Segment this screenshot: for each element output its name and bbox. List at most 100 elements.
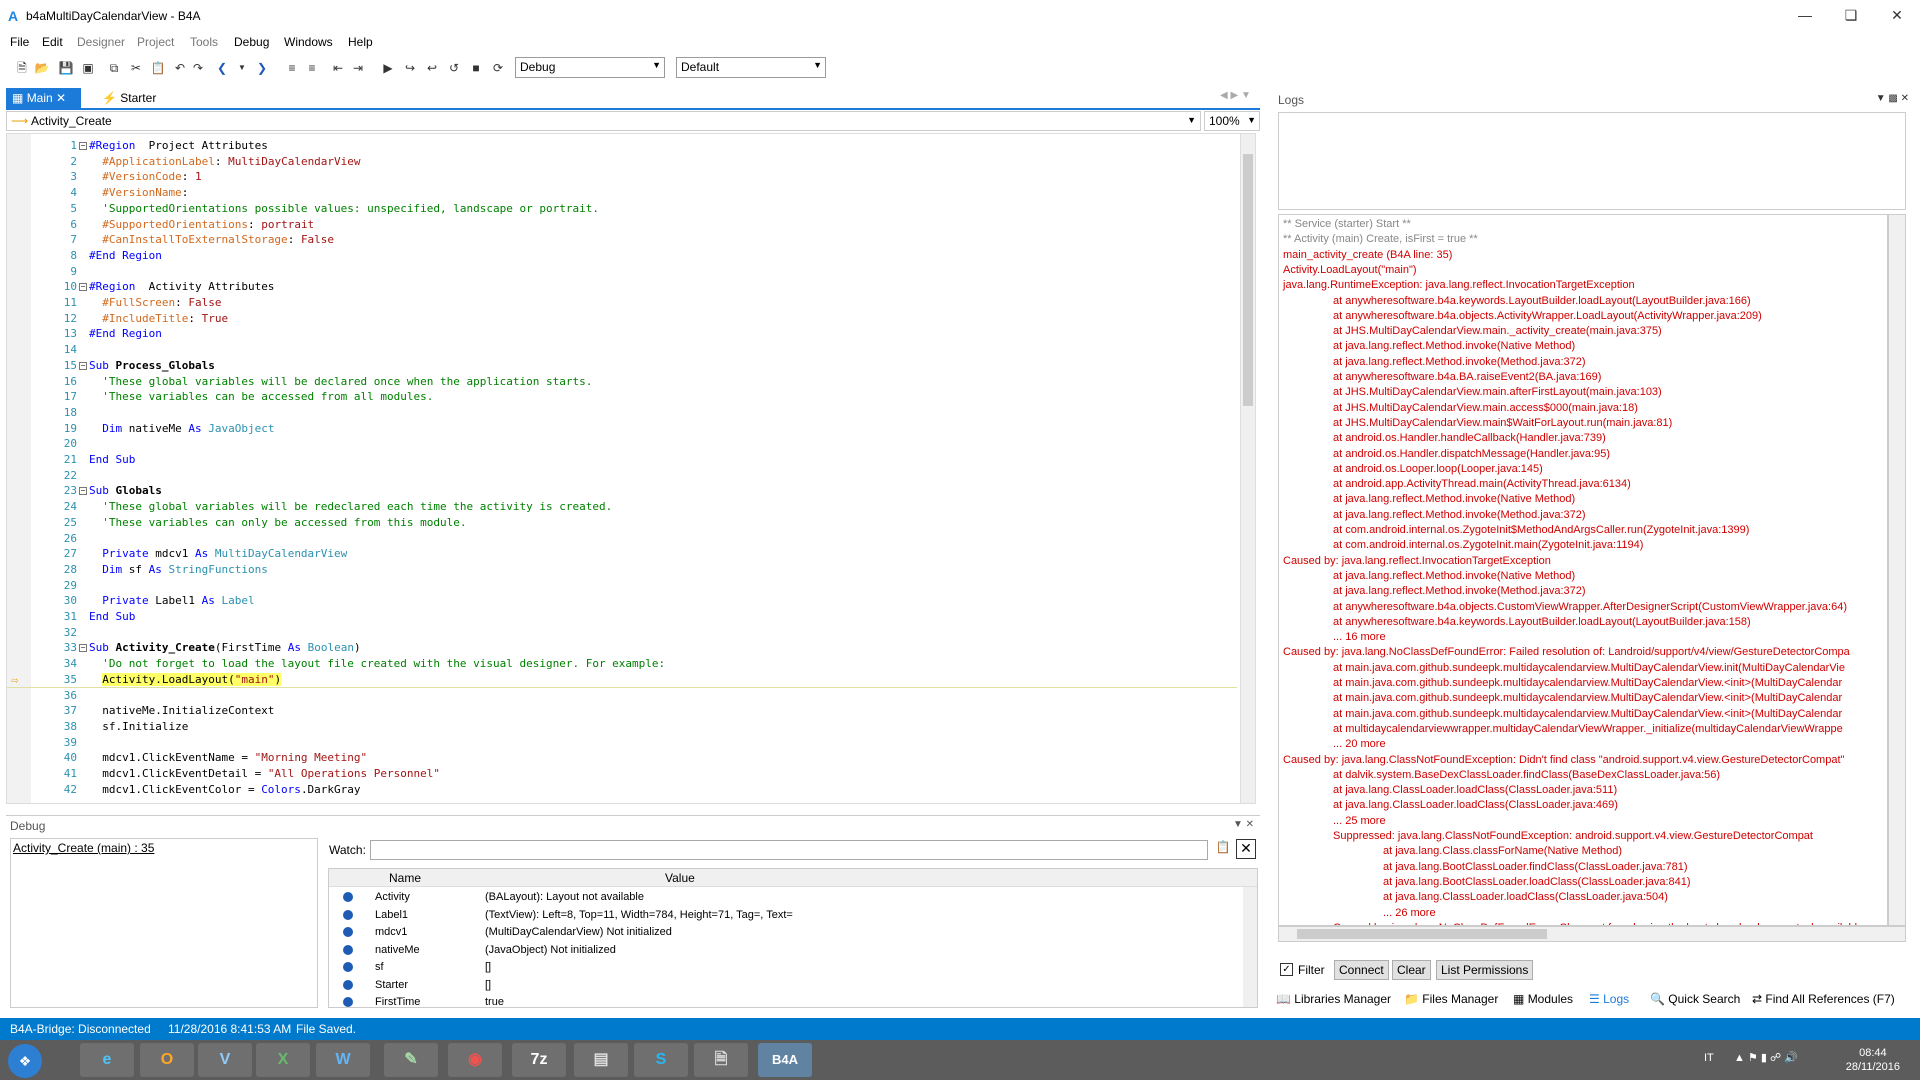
filter-checkbox[interactable]: ✓ [1280, 963, 1293, 976]
watch-input[interactable] [370, 840, 1208, 860]
code-line[interactable]: 5 'SupportedOrientations possible values… [7, 201, 1237, 217]
variable-row[interactable]: FirstTime true [343, 994, 1243, 1011]
code-line[interactable]: 36 [7, 688, 1237, 704]
tab-main[interactable]: ▦ Main ✕ [6, 88, 81, 108]
code-line[interactable]: 30 Private Label1 As Label [7, 593, 1237, 609]
tab-find-all-references[interactable]: ⇄ Find All References (F7) [1752, 992, 1895, 1006]
fold-toggle-icon[interactable]: − [79, 361, 87, 370]
logs-horizontal-scrollbar[interactable] [1278, 926, 1906, 942]
stop-icon[interactable]: ■ [468, 60, 484, 76]
panel-options-icon[interactable]: ▼ ✕ [1233, 819, 1254, 830]
code-line[interactable]: 27 Private mdcv1 As MultiDayCalendarView [7, 546, 1237, 562]
tab-quick-search[interactable]: 🔍 Quick Search [1650, 992, 1740, 1006]
connect-button[interactable]: Connect [1334, 960, 1389, 980]
code-line[interactable]: 17 'These variables can be accessed from… [7, 389, 1237, 405]
tray-icons[interactable]: ▲ ⚑ ▮ ☍ 🔊 [1734, 1051, 1798, 1064]
variable-row[interactable]: sf [] [343, 959, 1243, 976]
scrollbar-thumb[interactable] [1243, 154, 1253, 406]
menu-file[interactable]: File [10, 35, 29, 49]
tab-scroll-arrows[interactable]: ◀ ▶ ▼ [1220, 90, 1251, 101]
code-line[interactable]: 16 'These global variables will be decla… [7, 374, 1237, 390]
code-line[interactable]: 18 [7, 405, 1237, 421]
variable-row[interactable]: Activity (BALayout): Layout not available [343, 889, 1243, 906]
step-out-icon[interactable]: ↺ [446, 60, 462, 76]
restart-icon[interactable]: ⟳ [490, 60, 506, 76]
code-line[interactable]: 3 #VersionCode: 1 [7, 169, 1237, 185]
code-line[interactable]: 25 'These variables can only be accessed… [7, 515, 1237, 531]
copy-icon[interactable]: ⧉ [106, 60, 122, 76]
code-editor[interactable]: 1− #Region Project Attributes 2 #Applicati… [6, 133, 1242, 804]
code-line[interactable]: 2 #ApplicationLabel: MultiDayCalendarVie… [7, 154, 1237, 170]
menu-debug[interactable]: Debug [234, 35, 269, 49]
code-line[interactable]: 11 #FullScreen: False [7, 295, 1237, 311]
code-line[interactable]: 19 Dim nativeMe As JavaObject [7, 421, 1237, 437]
code-line[interactable]: 24 'These global variables will be redec… [7, 499, 1237, 515]
tab-modules[interactable]: ▦ Modules [1513, 992, 1573, 1006]
comment-block-icon[interactable]: ≡ [284, 60, 300, 76]
code-line[interactable]: 26 [7, 531, 1237, 547]
maximize-button[interactable]: ❏ [1836, 5, 1866, 25]
logs-vertical-scrollbar[interactable] [1888, 214, 1906, 926]
fold-toggle-icon[interactable]: − [79, 283, 87, 292]
uncomment-block-icon[interactable]: ≡ [304, 60, 320, 76]
step-in-icon[interactable]: ↪ [402, 60, 418, 76]
zoom-combo[interactable]: 100% ▼ [1204, 111, 1260, 131]
code-line[interactable]: 21 End Sub [7, 452, 1237, 468]
code-line[interactable]: 6 #SupportedOrientations: portrait [7, 217, 1237, 233]
chrome-icon[interactable]: ◉ [448, 1043, 502, 1077]
navigate-back-icon[interactable]: ❮ [214, 60, 230, 76]
paste-icon[interactable]: 📋 [150, 60, 166, 76]
build-config-combo[interactable]: Default ▼ [676, 57, 826, 78]
b4a-taskbar-button[interactable]: B4A [758, 1043, 812, 1077]
sub-selector-combo[interactable]: ⟶ Activity_Create ▼ [6, 111, 1201, 131]
new-file-icon[interactable]: 🗎 [14, 60, 30, 76]
outdent-icon[interactable]: ⇤ [330, 60, 346, 76]
visio-icon[interactable]: V [198, 1043, 252, 1077]
scrollbar-thumb[interactable] [1297, 929, 1547, 939]
minimize-button[interactable]: — [1790, 5, 1820, 25]
call-stack-frame[interactable]: Activity_Create (main) : 35 [13, 841, 154, 855]
step-over-icon[interactable]: ↩ [424, 60, 440, 76]
close-window-button[interactable]: ✕ [1882, 5, 1912, 25]
menu-project[interactable]: Project [137, 35, 174, 49]
list-permissions-button[interactable]: List Permissions [1436, 960, 1534, 980]
code-line[interactable]: 28 Dim sf As StringFunctions [7, 562, 1237, 578]
variables-scrollbar[interactable] [1243, 887, 1257, 1007]
save-icon[interactable]: 💾 [58, 60, 74, 76]
editor-vertical-scrollbar[interactable] [1240, 133, 1256, 804]
code-line[interactable]: 4 #VersionName: [7, 185, 1237, 201]
code-line[interactable]: 9 [7, 264, 1237, 280]
code-line[interactable]: 13 #End Region [7, 326, 1237, 342]
system-clock[interactable]: 08:44 28/11/2016 [1846, 1046, 1900, 1074]
code-line[interactable]: 8 #End Region [7, 248, 1237, 264]
undo-icon[interactable]: ↶ [172, 60, 188, 76]
notepad-plus-icon[interactable]: ✎ [384, 1043, 438, 1077]
code-line[interactable]: 1− #Region Project Attributes [7, 138, 1237, 154]
code-line[interactable]: 23− Sub Globals [7, 483, 1237, 499]
navigate-forward-icon[interactable]: ❯ [254, 60, 270, 76]
code-line[interactable]: 37 nativeMe.InitializeContext [7, 703, 1237, 719]
cut-icon[interactable]: ✂ [128, 60, 144, 76]
code-line[interactable]: 29 [7, 578, 1237, 594]
code-line[interactable]: 14 [7, 342, 1237, 358]
save-all-icon[interactable]: ▣ [80, 60, 96, 76]
code-line[interactable]: 33− Sub Activity_Create(FirstTime As Bool… [7, 640, 1237, 656]
word-icon[interactable]: W [316, 1043, 370, 1077]
variable-row[interactable]: Starter [] [343, 977, 1243, 994]
input-language-indicator[interactable]: IT [1704, 1052, 1714, 1064]
scanner-icon[interactable]: ▤ [574, 1043, 628, 1077]
variable-row[interactable]: mdcv1 (MultiDayCalendarView) Not initiali… [343, 924, 1243, 941]
excel-icon[interactable]: X [256, 1043, 310, 1077]
code-line[interactable]: 40 mdcv1.ClickEventName = "Morning Meeti… [7, 750, 1237, 766]
clear-button[interactable]: Clear [1392, 960, 1431, 980]
code-line[interactable]: 34 'Do not forget to load the layout fil… [7, 656, 1237, 672]
tab-starter[interactable]: ⚡ Starter [96, 88, 176, 108]
code-line[interactable]: 31 End Sub [7, 609, 1237, 625]
watch-clipboard-icon[interactable]: 📋 [1214, 840, 1232, 860]
menu-edit[interactable]: Edit [42, 35, 63, 49]
code-line[interactable]: 39 [7, 735, 1237, 751]
menu-help[interactable]: Help [348, 35, 373, 49]
run-icon[interactable]: ▶ [380, 60, 396, 76]
back-dropdown-icon[interactable]: ▼ [234, 60, 250, 76]
code-line[interactable]: 38 sf.Initialize [7, 719, 1237, 735]
